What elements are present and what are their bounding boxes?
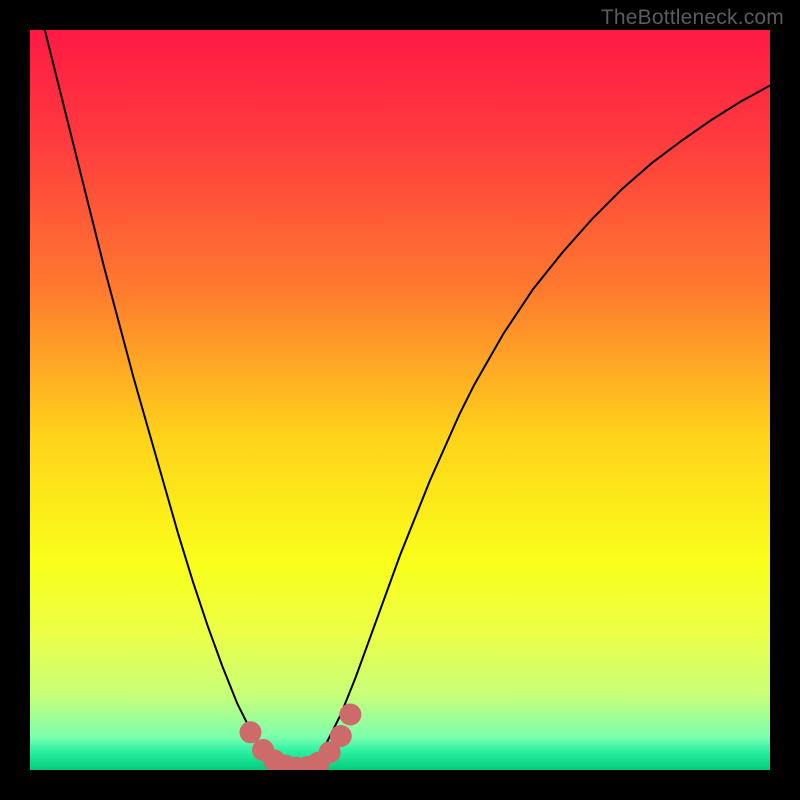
highlight-dot [339, 704, 361, 726]
chart-frame: TheBottleneck.com [0, 0, 800, 800]
plot-area [30, 30, 770, 770]
watermark-text: TheBottleneck.com [601, 6, 784, 30]
gradient-bg [30, 30, 770, 770]
highlight-dot [330, 725, 352, 747]
chart-svg [30, 30, 770, 770]
highlight-dot [240, 721, 262, 743]
